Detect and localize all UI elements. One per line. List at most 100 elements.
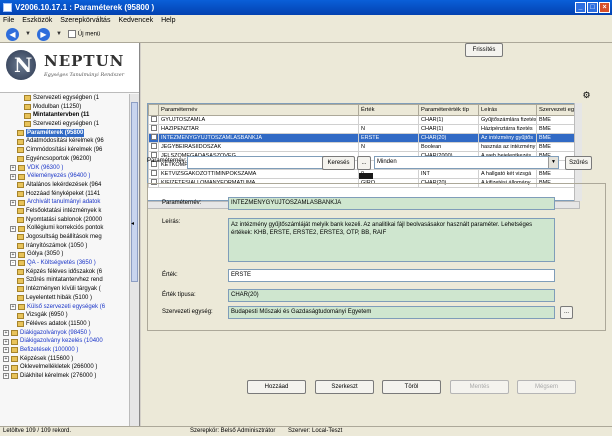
org-picker-button[interactable]: ... (560, 306, 573, 319)
tree-expander-icon[interactable]: + (10, 225, 16, 232)
tree-expander-icon[interactable]: + (10, 303, 16, 310)
row-select-cell[interactable] (148, 115, 159, 125)
menu-help[interactable]: Help (161, 17, 175, 24)
tree-item[interactable]: + Külső szervezeti egységek (6 (0, 303, 130, 312)
tree-item[interactable]: + Gólya (3050 ) (0, 250, 130, 259)
tree-item[interactable]: + Diákigazolvány kezelés (10400 (0, 337, 130, 346)
refresh-button[interactable]: Frissítés (465, 43, 503, 57)
tree-item[interactable]: Vizsgák (6950 ) (0, 311, 130, 320)
add-button[interactable]: Hozzáad (247, 380, 306, 394)
tree-item[interactable]: + Befizetések (100000 ) (0, 346, 130, 355)
tree-expander-icon[interactable]: + (10, 251, 16, 258)
row-checkbox[interactable] (150, 143, 157, 149)
tree-item[interactable]: Irányítószámok (1050 ) (0, 242, 130, 251)
tree-expander-icon[interactable]: - (10, 260, 16, 267)
chevron-down-icon[interactable]: ▼ (548, 157, 558, 168)
tree-item[interactable]: Féléves adatok (11500 ) (0, 320, 130, 329)
row-select-cell[interactable] (148, 142, 159, 152)
sidebar-scrollbar[interactable] (129, 94, 139, 426)
forward-arrow-icon[interactable]: ▶ (36, 27, 50, 41)
sidebar-scroll-thumb[interactable] (131, 102, 138, 282)
tree-item[interactable]: Modulban (11250) (0, 103, 130, 112)
tree-item[interactable]: Szűrés mintatantervhez rend (0, 276, 130, 285)
save-button[interactable]: Mentés (450, 380, 509, 394)
cancel-button[interactable]: Mégsem (517, 380, 576, 394)
close-button[interactable]: × (599, 2, 610, 13)
row-checkbox[interactable] (150, 170, 157, 176)
tree-item[interactable]: Hozzáad fényképeket (1141 (0, 190, 130, 199)
filter-name-input[interactable] (187, 156, 327, 169)
table-row[interactable]: INTEZMENYGYUJTOSZAMLASBANKJA ERSTE CHAR(20… (148, 133, 579, 143)
tree-item[interactable]: Egyéncsoportok (96200) (0, 155, 130, 164)
filter-dots-button[interactable]: ... (357, 156, 371, 170)
back-arrow-icon[interactable]: ◀ (6, 27, 19, 41)
tree-expander-icon[interactable]: + (10, 164, 16, 171)
tree-item[interactable]: Nyomtatási sablonok (20000 (0, 216, 130, 225)
menu-role-switch[interactable]: Szerepkörváltás (60, 17, 110, 24)
new-menu-checkbox[interactable] (67, 30, 76, 38)
tree-item[interactable]: Jogosultság beállítások meg (0, 233, 130, 242)
row-checkbox[interactable] (150, 125, 157, 131)
tree-item[interactable]: Intézményen kívüli tárgyak ( (0, 285, 130, 294)
tree-item[interactable]: + Archivált tanulmányi adatok (0, 198, 130, 207)
tree-item[interactable]: Címmódosítási kérelmek (96 (0, 146, 130, 155)
tree-item[interactable]: + Diákhitel kérelmek (276000 ) (0, 372, 130, 381)
new-menu-toggle[interactable]: Új menü (67, 30, 100, 38)
grid-header-name[interactable]: Paraméternév (158, 104, 359, 116)
row-select-cell[interactable] (148, 133, 159, 143)
tree-item[interactable]: Általános lekérdezések (964 (0, 181, 130, 190)
grid-header-value[interactable]: Érték (358, 104, 419, 116)
tree-item[interactable]: - QA - Költségvetés (3650 ) (0, 259, 130, 268)
grid-header-type[interactable]: Paraméterérték típ (418, 104, 479, 116)
tree-expander-icon[interactable]: + (3, 329, 9, 336)
detail-desc-field: Az intézmény gyűjtőszámláját melyik bank… (228, 218, 555, 262)
row-checkbox[interactable] (150, 134, 157, 140)
tree-expander-icon[interactable]: + (3, 355, 9, 362)
row-select-cell[interactable] (148, 124, 159, 134)
tree-item-label: Adatmódosítási kérelmek (96 (26, 138, 104, 145)
menu-file[interactable]: File (3, 17, 14, 24)
scope-select[interactable]: Minden ▼ (374, 156, 559, 169)
tree-expander-icon[interactable]: + (3, 338, 9, 345)
tree-item[interactable]: + VDK (96300 ) (0, 164, 130, 173)
row-checkbox[interactable] (150, 116, 157, 122)
splitter-handle[interactable]: ◂ (131, 220, 136, 232)
row-select-cell[interactable] (148, 169, 159, 179)
tree-item[interactable]: + Oklevelmellékletek (266000 ) (0, 363, 130, 372)
tree-item[interactable]: + Kollégiumi korrekciós pontok (0, 224, 130, 233)
detail-value-input[interactable]: ERSTE (228, 269, 555, 282)
edit-button[interactable]: Szerkeszt (315, 380, 374, 394)
settings-gear-icon[interactable]: ⚙ (581, 90, 592, 101)
tree-item[interactable]: Leyelentett hibák (5100 ) (0, 294, 130, 303)
delete-button[interactable]: Töröl (382, 380, 441, 394)
table-row[interactable]: JEGYBEIRASIIDOSZAK N Boolean hasznás az int… (148, 142, 579, 152)
maximize-button[interactable]: □ (587, 2, 598, 13)
table-row[interactable]: GYUJTOSZAMLA CHAR(1) Gyűjtőszámlára fizeté… (148, 115, 579, 125)
search-button[interactable]: Keresés (322, 156, 355, 170)
menu-tools[interactable]: Eszközök (22, 17, 52, 24)
tree-item[interactable]: Szervezeti egységben (1 (0, 120, 130, 129)
tree-expander-icon[interactable]: + (10, 173, 16, 180)
tree-expander-icon[interactable]: + (3, 373, 9, 380)
tree-item[interactable]: + Képzések (115600 ) (0, 355, 130, 364)
tree-item[interactable]: Adatmódosítási kérelmek (96 (0, 137, 130, 146)
table-row[interactable]: HAZIPENZTAR N CHAR(1) Házipénztárra fizetés… (148, 124, 579, 134)
menu-favorites[interactable]: Kedvencek (118, 17, 153, 24)
filter-name-label: Paraméternév: (147, 158, 187, 164)
tree-expander-icon[interactable]: + (10, 199, 16, 206)
tree-expander-icon[interactable]: + (3, 347, 9, 354)
tree-item[interactable]: Paraméterek (95800 (0, 128, 130, 138)
tree-item[interactable]: Felsőoktatási intézmények k (0, 207, 130, 216)
tree-expander-icon[interactable]: + (3, 364, 9, 371)
minimize-button[interactable]: _ (575, 2, 586, 13)
filter-button[interactable]: Szűrés (565, 156, 592, 170)
tree-item[interactable]: + Véleményezés (96400 ) (0, 172, 130, 181)
tree-item[interactable]: Szervezeti egységben (1 (0, 94, 130, 103)
tree-item[interactable]: Mintatantervben (11 (0, 111, 130, 120)
tree-item[interactable]: Képzés féléves időszakok (6 (0, 268, 130, 277)
back-dropdown-icon[interactable]: ▼ (25, 31, 31, 37)
tree-item[interactable]: + Diákigazolványok (98450 ) (0, 329, 130, 338)
grid-header-description[interactable]: Leírás (478, 104, 537, 116)
collapse-toggle[interactable] (359, 173, 373, 179)
forward-dropdown-icon[interactable]: ▼ (56, 31, 62, 37)
